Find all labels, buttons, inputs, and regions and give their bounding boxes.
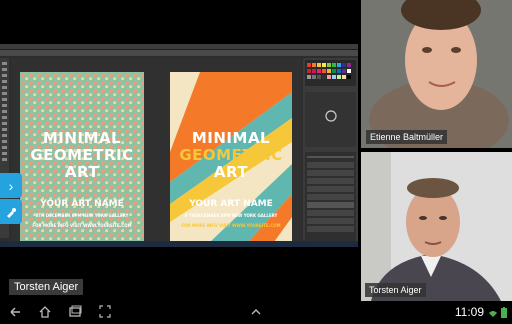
ps-options-bar xyxy=(0,50,358,56)
participant-video-bottom xyxy=(361,152,512,301)
poster-left: MINIMAL GEOMETRIC ART YOUR ART NAME 8TH … xyxy=(20,72,144,242)
poster-right-info-1: 8 THDECEMBER 8PM NEW YORK GALLERY xyxy=(184,213,278,218)
recents-icon[interactable] xyxy=(68,304,82,320)
chevron-right-icon: › xyxy=(8,177,14,194)
draw-tool-button[interactable] xyxy=(0,199,22,224)
ps-panels xyxy=(303,58,358,247)
poster-left-info-2: FOR MORE INFO VISIT WWW.YOURSITE.COM xyxy=(32,223,132,228)
poster-left-title-1: MINIMAL xyxy=(42,129,122,147)
poster-left-title-2: GEOMETRIC xyxy=(30,146,134,164)
back-icon[interactable] xyxy=(8,304,22,320)
participant-name-top: Etienne Baltmüller xyxy=(366,130,448,144)
presenter-name-tag: Torsten Aiger xyxy=(9,279,84,295)
ps-swatches-panel xyxy=(305,60,356,242)
poster-right: MINIMAL GEOMETRIC ART YOUR ART NAME 8 TH… xyxy=(170,72,292,242)
participant-name-bottom: Torsten Aiger xyxy=(365,283,426,297)
shared-screen[interactable]: MINIMAL GEOMETRIC ART YOUR ART NAME 8TH … xyxy=(0,44,358,247)
poster-right-subtitle: YOUR ART NAME xyxy=(189,199,273,209)
poster-right-title-1: MINIMAL xyxy=(191,129,271,147)
windows-taskbar xyxy=(0,241,358,247)
chevron-up-icon[interactable] xyxy=(249,304,263,320)
expand-panel-button[interactable]: › xyxy=(0,173,22,198)
video-tile-top[interactable]: Etienne Baltmüller xyxy=(361,0,512,148)
home-icon[interactable] xyxy=(38,304,52,320)
video-tile-bottom[interactable]: Torsten Aiger xyxy=(361,152,512,301)
poster-right-title-3: ART xyxy=(213,163,249,181)
screenshot-icon[interactable] xyxy=(98,304,112,320)
status-clock: 11:09 xyxy=(454,305,484,319)
navigation-bar: 11:09 xyxy=(0,304,512,320)
poster-right-title-2: GEOMETRIC xyxy=(179,146,283,164)
battery-icon xyxy=(500,304,508,320)
poster-right-info-2: FOR MORE INFO VISIT WWW.YOURSITE.COM xyxy=(181,223,281,228)
participant-video-top xyxy=(361,0,512,148)
poster-left-title-3: ART xyxy=(64,163,100,181)
wifi-icon xyxy=(488,304,498,320)
pen-tool-icon xyxy=(7,207,16,218)
poster-left-subtitle: YOUR ART NAME xyxy=(40,199,124,209)
poster-left-info-1: 8TH DECEMBER 8PM NEW YORK GALLERY xyxy=(35,213,129,218)
